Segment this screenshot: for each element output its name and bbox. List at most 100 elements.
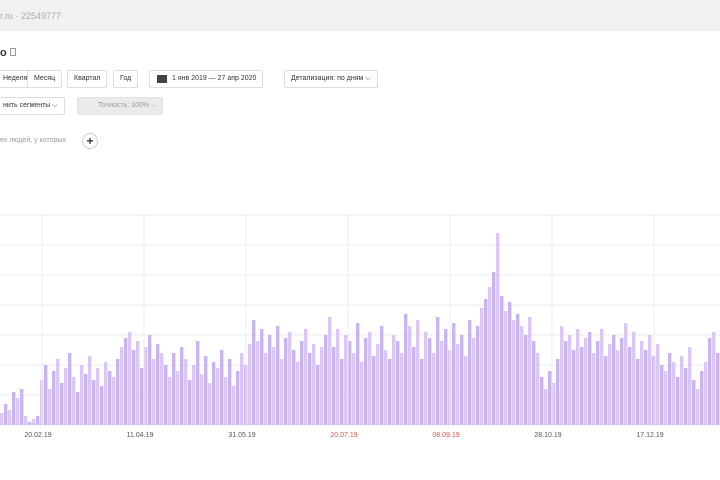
bar bbox=[624, 323, 628, 425]
x-tick-label: 31.05.19 bbox=[228, 432, 255, 439]
bar bbox=[504, 311, 508, 425]
bar bbox=[516, 314, 520, 425]
bar bbox=[424, 332, 428, 425]
bar bbox=[80, 365, 84, 425]
bar bbox=[376, 344, 380, 425]
bar bbox=[364, 338, 368, 425]
bar bbox=[620, 338, 624, 425]
bar bbox=[540, 377, 544, 425]
bar bbox=[636, 359, 640, 425]
bar bbox=[8, 410, 12, 425]
bar bbox=[708, 338, 712, 425]
bar bbox=[508, 302, 512, 425]
bar bbox=[568, 335, 572, 425]
bar bbox=[612, 335, 616, 425]
bar bbox=[556, 359, 560, 425]
bar bbox=[528, 317, 532, 425]
bar bbox=[160, 353, 164, 425]
bar bbox=[276, 326, 280, 425]
bar bbox=[488, 287, 492, 425]
bar bbox=[340, 359, 344, 425]
bar bbox=[316, 365, 320, 425]
bar bbox=[664, 371, 668, 425]
bar bbox=[416, 320, 420, 425]
bar bbox=[76, 392, 80, 425]
bar bbox=[112, 377, 116, 425]
bar bbox=[560, 326, 564, 425]
bar bbox=[312, 344, 316, 425]
bar bbox=[36, 416, 40, 425]
bar bbox=[304, 329, 308, 425]
bar bbox=[48, 389, 52, 425]
bar bbox=[592, 353, 596, 425]
bar bbox=[56, 359, 60, 425]
bar bbox=[152, 359, 156, 425]
bar bbox=[496, 233, 500, 425]
bar bbox=[564, 341, 568, 425]
bar bbox=[108, 371, 112, 425]
bar bbox=[452, 323, 456, 425]
bar bbox=[572, 350, 576, 425]
bar bbox=[264, 353, 268, 425]
bar bbox=[148, 335, 152, 425]
bar bbox=[132, 350, 136, 425]
bar bbox=[660, 365, 664, 425]
bar bbox=[432, 353, 436, 425]
bar bbox=[360, 362, 364, 425]
bar bbox=[600, 329, 604, 425]
bar bbox=[200, 374, 204, 425]
bar bbox=[0, 413, 4, 425]
bar bbox=[96, 368, 100, 425]
bar bbox=[712, 332, 716, 425]
bar bbox=[100, 386, 104, 425]
bar bbox=[32, 419, 36, 425]
bar bbox=[16, 398, 20, 425]
bar bbox=[576, 329, 580, 425]
bar bbox=[328, 317, 332, 425]
bar bbox=[288, 332, 292, 425]
bar bbox=[136, 341, 140, 425]
bar bbox=[356, 323, 360, 425]
bar bbox=[388, 359, 392, 425]
bar bbox=[92, 380, 96, 425]
bar bbox=[308, 353, 312, 425]
bar bbox=[228, 359, 232, 425]
bar bbox=[224, 377, 228, 425]
x-tick-label: 28.10.19 bbox=[534, 432, 561, 439]
bar bbox=[672, 362, 676, 425]
bar bbox=[480, 308, 484, 425]
bar bbox=[552, 383, 556, 425]
bar bbox=[216, 368, 220, 425]
x-tick-label: 08.09.19 bbox=[432, 432, 459, 439]
bar bbox=[144, 347, 148, 425]
bar bbox=[296, 362, 300, 425]
bar bbox=[336, 329, 340, 425]
bar bbox=[204, 356, 208, 425]
bar bbox=[668, 353, 672, 425]
bar bbox=[116, 359, 120, 425]
bar bbox=[596, 341, 600, 425]
bar bbox=[344, 335, 348, 425]
bar bbox=[392, 335, 396, 425]
bar bbox=[688, 347, 692, 425]
bar bbox=[28, 422, 32, 425]
bar bbox=[584, 338, 588, 425]
bar bbox=[408, 326, 412, 425]
bar bbox=[324, 335, 328, 425]
bar bbox=[156, 344, 160, 425]
bar bbox=[140, 368, 144, 425]
bar bbox=[680, 356, 684, 425]
bar bbox=[500, 296, 504, 425]
bar bbox=[168, 377, 172, 425]
bar bbox=[632, 332, 636, 425]
bar bbox=[436, 317, 440, 425]
bar bbox=[60, 383, 64, 425]
bar bbox=[608, 344, 612, 425]
bar bbox=[172, 353, 176, 425]
bar bbox=[492, 272, 496, 425]
bar bbox=[256, 341, 260, 425]
bar bbox=[180, 347, 184, 425]
bar bbox=[188, 380, 192, 425]
bar bbox=[464, 356, 468, 425]
bar bbox=[64, 368, 68, 425]
